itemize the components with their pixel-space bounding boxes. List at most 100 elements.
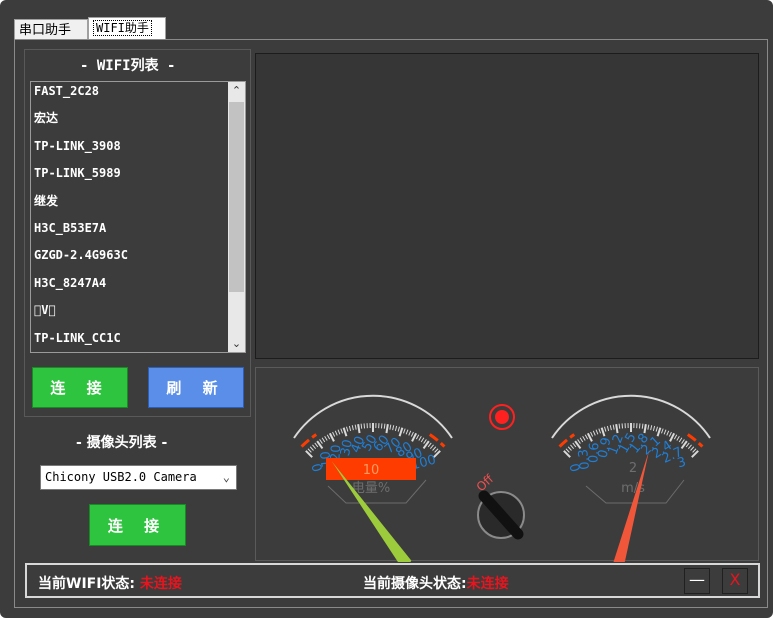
gauge-tick-mark [429,444,434,449]
gauge-tick-mark [592,430,596,436]
wifi-status: 当前WIFI状态: 未连接 [38,573,182,593]
gauge-tick-mark [690,446,695,451]
gauge-tick-mark [319,439,323,444]
gauge-tick-mark [398,427,404,437]
gauge-tick-mark [348,425,352,431]
battery-value-text: 10 [363,463,380,478]
gauge-tick-mark [652,425,656,431]
gauge-tick-mark [403,428,406,434]
camera-status-label: 当前摄像头状态: [363,576,467,592]
list-item[interactable]: TP-LINK_3908 [31,137,245,164]
gauge-tick-mark [392,425,395,431]
gauge-tick-mark [324,435,328,441]
gauge-tick-mark [312,444,317,449]
wifi-status-label: 当前WIFI状态: [38,576,136,592]
gauge-tick-mark [405,429,409,435]
gauge-tick-mark [389,424,392,430]
tab-serial-assistant[interactable]: 串口助手 [14,19,88,40]
gauge-svg: 0102030405060708090100 10 电量% Off [293,394,711,579]
gauge-tick-mark [346,426,349,432]
app-window: 串口助手 WIFI助手 - WIFI列表 - FAST_2C28 宏达 TP-L… [0,0,773,618]
wifi-status-value: 未连接 [139,576,182,592]
close-button[interactable]: X [722,568,748,594]
gauge-tick-mark [334,430,338,436]
gauge-tick-mark [656,427,662,437]
video-preview [255,53,759,359]
gauge-tick-mark [397,426,400,432]
scrollbar-thumb[interactable] [229,102,244,292]
gauge-tick-mark [418,435,422,441]
gauge-tick-mark [606,425,610,431]
list-item[interactable]: H3C_8247A4 [31,274,245,301]
gauge-tick-mark [383,423,386,429]
speed-value-text: 2 [629,461,637,476]
camera-group-title: - 摄像头列表 - [76,435,168,451]
gauge-tick-mark [427,442,432,448]
list-scrollbar[interactable]: ⌃ ⌄ [228,82,245,352]
switch-state-label: Off [474,471,497,494]
gauge-tick-mark [600,427,606,437]
gauge-tick-mark [307,448,312,453]
gauge-tick-mark [692,448,697,453]
list-item[interactable]: TP-LINK_CC1C [31,329,245,352]
gauge-tick-mark [609,425,612,431]
gauge-tick-mark [612,424,615,430]
gauge-tick-mark [604,426,607,432]
gauge-tick-mark [326,434,331,440]
wifi-group-title: - WIFI列表 - [80,58,176,74]
gauge-tick-mark [687,444,692,449]
gauge-panel: 0102030405060708090100 10 电量% Off [255,367,759,579]
wifi-connect-button[interactable]: 连 接 [32,367,128,408]
gauge-tick-mark [565,448,570,453]
gauge-tick-mark [415,434,420,440]
speed-gauge: 00.30.60.91.21.51.82.12.42.73 2 m/s [551,394,711,579]
gauge-tick-mark [577,439,581,444]
gauge-tick-mark [410,431,414,437]
wifi-refresh-button[interactable]: 刷 新 [148,367,244,408]
list-item[interactable]: 宏达 [31,109,245,136]
gauge-tick-mark [678,437,683,443]
gauge-tick-mark [643,424,647,434]
minimize-button[interactable]: — [684,568,710,594]
gauge-tick-mark [342,427,348,437]
list-item[interactable]: GZGD-2.4G963C [31,246,245,273]
gauge-tick-mark [584,434,589,440]
gauge-tick-mark [385,424,389,434]
camera-connect-button[interactable]: 连 接 [89,504,186,546]
speed-gauge-tick-labels: 00.30.60.91.21.51.82.12.42.73 [568,431,688,474]
gauge-tick-label: 3 [676,455,688,472]
gauge-tick-mark [676,435,680,441]
list-item[interactable]: FAST_2C28 [31,82,245,109]
gauge-tick-mark [337,429,341,435]
gauge-red-zone [300,433,318,448]
scroll-up-icon[interactable]: ⌃ [228,82,245,99]
list-item[interactable]: 继发 [31,192,245,219]
gauge-tick-mark [360,423,363,429]
wifi-network-list[interactable]: FAST_2C28 宏达 TP-LINK_3908 TP-LINK_5989 继… [30,81,246,353]
camera-select-value: Chicony USB2.0 Camera [45,470,197,484]
gauge-tick-mark [357,424,361,434]
gauge-tick-mark [321,437,326,443]
gauge-tick-mark [351,425,354,431]
gauge-tick-mark [668,431,672,437]
camera-select[interactable]: Chicony USB2.0 Camera ⌄ [40,465,237,490]
camera-status-value: 未连接 [466,576,509,592]
gauge-tick-mark [673,434,678,440]
tab-wifi-assistant-label: WIFI助手 [93,20,152,36]
gauge-tick-mark [655,426,658,432]
list-item[interactable]: H3C_B53E7A [31,219,245,246]
gauge-tick-mark [661,428,664,434]
gauge-tick-mark [408,430,412,436]
gauge-tick-mark [434,448,439,453]
gauge-tick-mark [590,431,594,437]
gauge-tick-mark [420,437,425,443]
power-switch[interactable]: Off [474,471,525,540]
tab-wifi-assistant[interactable]: WIFI助手 [88,17,166,40]
gauge-tick-mark [598,428,601,434]
list-item[interactable]: TP-LINK_5989 [31,164,245,191]
gauge-red-zone [428,433,446,448]
list-item[interactable]:  V  [31,301,245,328]
gauge-tick-mark [570,444,575,449]
battery-gauge: 0102030405060708090100 10 电量% [293,394,453,570]
scroll-down-icon[interactable]: ⌄ [228,335,245,352]
